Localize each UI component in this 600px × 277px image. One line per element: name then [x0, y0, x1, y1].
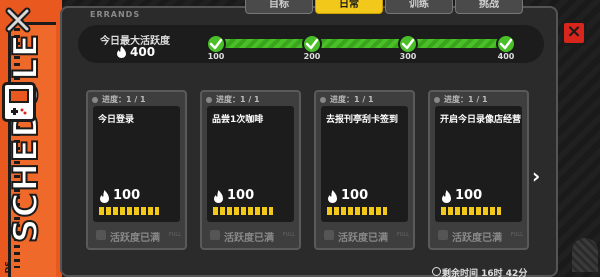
card-fine-print: FULL	[396, 232, 409, 238]
task-card[interactable]: 进度：1 / 1 去报刊亭刮卡签到 100 活跃度已满 FULL	[314, 90, 415, 250]
flame-icon	[328, 190, 337, 203]
card-body: 今日登录 100	[93, 106, 180, 222]
tab-challenge[interactable]: 挑战	[455, 0, 523, 14]
flame-icon	[442, 190, 451, 203]
activity-progress: 今日最大活跃度 400 100 200 300 400	[78, 25, 544, 63]
card-status: 活跃度已满	[338, 233, 388, 244]
card-body: 品尝1次咖啡 100	[207, 106, 294, 222]
corner-decoration	[572, 238, 598, 272]
task-card[interactable]: 进度：1 / 1 今日登录 100 活跃度已满 FULL	[86, 90, 187, 250]
card-fine-print: FULL	[168, 232, 181, 238]
milestone-check-icon	[302, 34, 322, 54]
tab-bar: 目标 日常 训练 挑战	[245, 0, 525, 14]
card-fine-print: FULL	[282, 232, 295, 238]
card-body: 开启今日录像店经营 100	[435, 106, 522, 222]
card-task-name: 品尝1次咖啡	[212, 115, 264, 125]
chevron-right-icon[interactable]: ›	[532, 164, 540, 188]
card-status: 活跃度已满	[110, 233, 160, 244]
milestone-check-icon	[206, 34, 226, 54]
milestone-label: 200	[303, 52, 321, 61]
close-x-icon	[5, 7, 31, 33]
card-fine-print: FULL	[510, 232, 523, 238]
dpad-icon	[11, 108, 27, 115]
lock-icon	[438, 230, 448, 240]
tab-daily[interactable]: 日常	[315, 0, 383, 14]
flame-icon	[214, 190, 223, 203]
card-task-name: 去报刊亭刮卡签到	[326, 115, 399, 125]
tab-training[interactable]: 训练	[385, 0, 453, 14]
planner-screen	[9, 89, 29, 103]
card-status: 活跃度已满	[452, 233, 502, 244]
activity-fill	[214, 39, 510, 48]
flame-icon	[117, 46, 126, 58]
lock-icon	[324, 230, 334, 240]
sidebar-subtitle: DS	[4, 260, 13, 273]
card-reward: 100	[455, 188, 483, 203]
countdown-text: 剩余时间 16时 42分	[442, 269, 528, 277]
milestone-check-icon	[496, 34, 516, 54]
card-status: 活跃度已满	[224, 233, 274, 244]
card-reward-icons	[441, 207, 501, 215]
close-button[interactable]: ×	[561, 20, 587, 46]
planner-device-icon[interactable]	[2, 82, 36, 122]
lock-icon	[210, 230, 220, 240]
card-reward-icons	[213, 207, 273, 215]
flame-icon	[100, 190, 109, 203]
task-card[interactable]: 进度：1 / 1 开启今日录像店经营 100 活跃度已满 FULL	[428, 90, 529, 250]
milestone-label: 100	[207, 52, 225, 61]
card-reward: 100	[341, 188, 369, 203]
section-label: ERRANDS	[90, 10, 141, 19]
milestone-label: 400	[497, 52, 515, 61]
card-body: 去报刊亭刮卡签到 100	[321, 106, 408, 222]
activity-value: 400	[130, 45, 156, 59]
card-task-name: 今日登录	[98, 115, 135, 125]
card-reward: 100	[227, 188, 255, 203]
lock-icon	[96, 230, 106, 240]
tab-goals[interactable]: 目标	[245, 0, 313, 14]
sidebar-title: SCHEDULE	[5, 33, 47, 245]
card-reward: 100	[113, 188, 141, 203]
card-reward-icons	[99, 207, 159, 215]
schedule-sidebar: SCHEDULE DS	[0, 0, 62, 277]
card-task-name: 开启今日录像店经营	[440, 115, 522, 125]
clock-icon	[432, 267, 441, 276]
milestone-label: 300	[399, 52, 417, 61]
task-card[interactable]: 进度：1 / 1 品尝1次咖啡 100 活跃度已满 FULL	[200, 90, 301, 250]
activity-track	[214, 39, 510, 48]
card-reward-icons	[327, 207, 387, 215]
milestone-check-icon	[398, 34, 418, 54]
